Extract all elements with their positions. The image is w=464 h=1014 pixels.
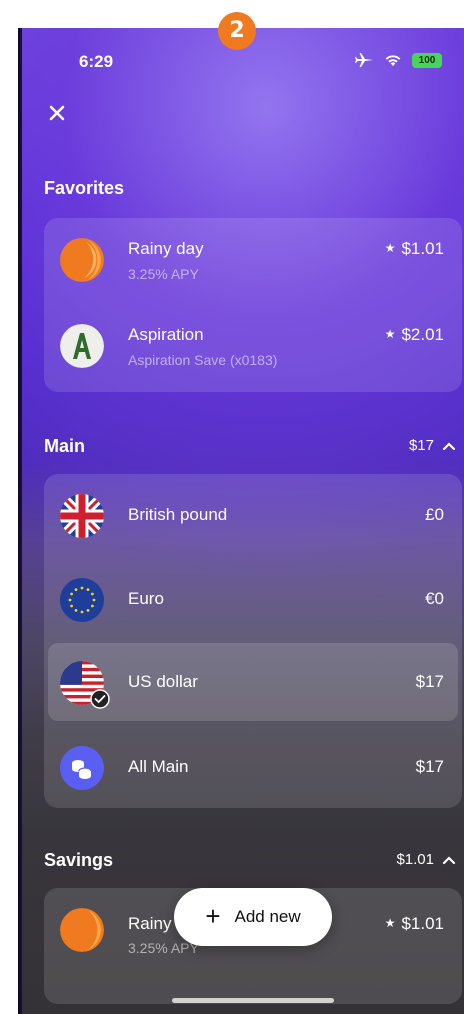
battery-icon: 100 <box>412 52 442 68</box>
main-card: British pound £0 Euro €0 US dollar $17 A… <box>44 474 462 808</box>
selected-check-icon <box>90 689 110 709</box>
main-total[interactable]: $17 <box>409 437 456 454</box>
step-number-badge: 2 <box>218 12 256 50</box>
account-amount: ★ $2.01 <box>385 325 444 345</box>
savings-total[interactable]: $1.01 <box>396 851 456 868</box>
account-amount: €0 <box>425 589 444 608</box>
star-icon: ★ <box>384 327 396 341</box>
orange-circle-icon <box>60 908 104 952</box>
main-item-british-pound[interactable]: British pound £0 <box>44 474 462 556</box>
account-name: Aspiration <box>128 325 204 344</box>
status-time: 6:29 <box>79 52 114 71</box>
plus-icon: + <box>205 901 221 931</box>
favorites-heading: Favorites <box>44 178 125 198</box>
star-icon: ★ <box>384 916 396 930</box>
us-flag-icon <box>60 661 110 709</box>
amount-value: $1.01 <box>401 914 444 933</box>
savings-heading: Savings <box>44 850 114 870</box>
aspiration-logo-icon <box>60 324 104 368</box>
account-amount: $17 <box>415 672 444 691</box>
phone-frame: 6:29 100 Favorites Rainy day 3.25% APY ★… <box>18 28 464 1014</box>
account-name: US dollar <box>128 672 198 691</box>
add-new-button[interactable]: + Add new <box>174 888 332 946</box>
amount-value: $1.01 <box>401 239 444 258</box>
account-name: Rainy day <box>128 239 204 258</box>
star-icon: ★ <box>384 241 396 255</box>
coins-icon <box>60 746 104 790</box>
account-amount: ★ $1.01 <box>385 914 444 934</box>
close-button[interactable] <box>44 100 70 126</box>
main-item-us-dollar[interactable]: US dollar $17 <box>44 641 462 723</box>
airplane-icon <box>355 53 373 67</box>
account-subtitle: 3.25% APY <box>128 266 199 282</box>
main-item-all-main[interactable]: All Main $17 <box>44 726 462 808</box>
main-heading: Main <box>44 436 86 456</box>
account-name: All Main <box>128 757 189 776</box>
eu-flag-icon <box>60 578 104 622</box>
close-icon <box>49 105 65 121</box>
orange-circle-icon <box>60 238 104 282</box>
account-name: British pound <box>128 505 228 524</box>
main-item-euro[interactable]: Euro €0 <box>44 558 462 640</box>
favorites-card: Rainy day 3.25% APY ★ $1.01 Aspiration As… <box>44 218 462 392</box>
favorites-item-aspiration[interactable]: Aspiration Aspiration Save (x0183) ★ $2.0… <box>44 304 462 386</box>
wifi-icon <box>385 55 401 66</box>
uk-flag-icon <box>60 494 104 538</box>
status-icons: 100 <box>354 52 442 68</box>
amount-value: $2.01 <box>401 325 444 344</box>
chevron-up-icon <box>442 441 456 450</box>
home-indicator[interactable] <box>172 998 334 1003</box>
account-subtitle: Aspiration Save (x0183) <box>128 352 278 368</box>
chevron-up-icon <box>442 855 456 864</box>
main-total-value: $17 <box>408 437 434 454</box>
account-name: Euro <box>128 589 164 608</box>
account-amount: £0 <box>425 505 444 524</box>
add-new-label: Add new <box>234 907 301 926</box>
account-switcher-screen: 6:29 100 Favorites Rainy day 3.25% APY ★… <box>22 28 464 1014</box>
favorites-item-rainy-day[interactable]: Rainy day 3.25% APY ★ $1.01 <box>44 218 462 300</box>
savings-total-value: $1.01 <box>396 851 434 868</box>
account-amount: ★ $1.01 <box>385 239 444 259</box>
account-amount: $17 <box>415 757 444 776</box>
